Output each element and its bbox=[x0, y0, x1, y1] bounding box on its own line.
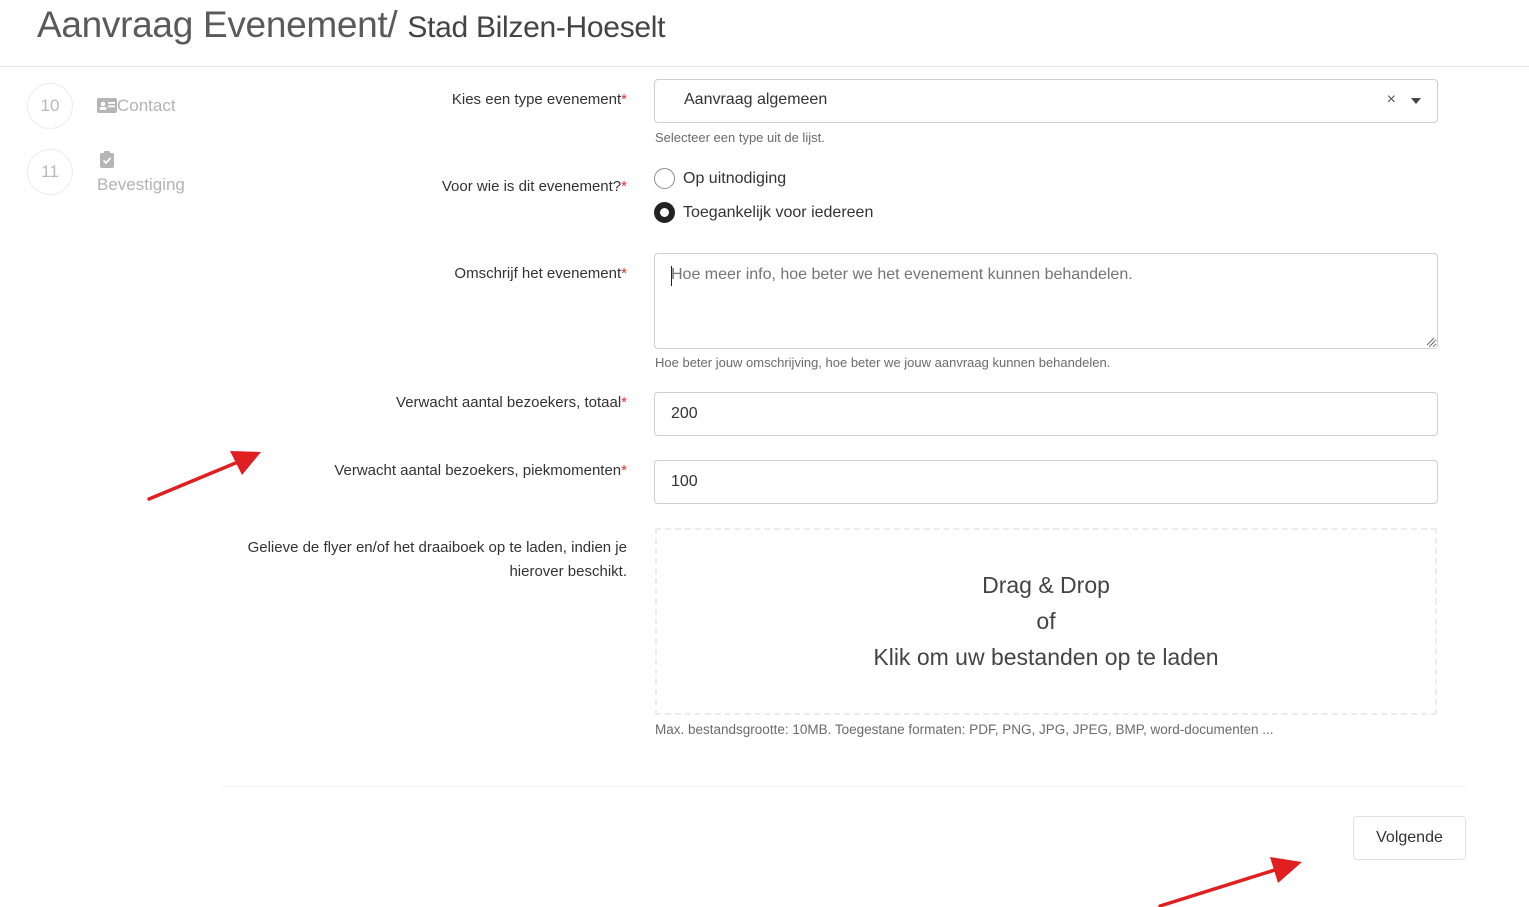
clear-selection-icon[interactable]: × bbox=[1387, 91, 1396, 109]
event-type-label: Kies een type evenement* bbox=[452, 88, 627, 112]
radio-option-public[interactable]: Toegankelijk voor iedereen bbox=[654, 202, 873, 223]
annotation-arrow-icon bbox=[147, 451, 261, 501]
radio-button-invitation[interactable] bbox=[654, 168, 675, 189]
clipboard-check-icon bbox=[100, 151, 114, 168]
visitors-total-label-text: Verwacht aantal bezoekers, totaal bbox=[396, 394, 622, 411]
page-title: Aanvraag Evenement/ Stad Bilzen-Hoeselt bbox=[37, 4, 665, 46]
upload-help: Max. bestandsgrootte: 10MB. Toegestane f… bbox=[655, 722, 1274, 737]
description-help: Hoe beter jouw omschrijving, hoe beter w… bbox=[655, 355, 1111, 370]
chevron-down-icon[interactable] bbox=[1411, 98, 1421, 104]
description-label: Omschrijf het evenement* bbox=[454, 262, 627, 286]
description-label-text: Omschrijf het evenement bbox=[454, 265, 622, 282]
text-cursor bbox=[671, 266, 672, 286]
event-type-label-text: Kies een type evenement bbox=[451, 91, 622, 108]
step-item-contact[interactable]: Contact bbox=[97, 96, 176, 116]
radio-option-invitation[interactable]: Op uitnodiging bbox=[654, 168, 786, 189]
required-mark: * bbox=[621, 91, 627, 108]
dropzone-or-text: of bbox=[1036, 608, 1056, 634]
visitors-total-label: Verwacht aantal bezoekers, totaal* bbox=[396, 391, 627, 415]
event-type-selected-value: Aanvraag algemeen bbox=[684, 91, 828, 108]
dropzone-click-text: Klik om uw bestanden op te laden bbox=[873, 644, 1219, 670]
page-title-organization: Stad Bilzen-Hoeselt bbox=[407, 11, 666, 44]
step-label-contact: Contact bbox=[117, 96, 176, 115]
annotation-arrow-icon bbox=[1158, 857, 1302, 907]
required-mark: * bbox=[621, 394, 627, 411]
audience-label: Voor wie is dit evenement?* bbox=[442, 175, 627, 199]
upload-label: Gelieve de flyer en/of het draaiboek op … bbox=[247, 539, 627, 580]
required-mark: * bbox=[621, 178, 627, 195]
visitors-peak-label: Verwacht aantal bezoekers, piekmomenten* bbox=[334, 459, 627, 483]
step-label-confirmation[interactable]: Bevestiging bbox=[97, 175, 185, 195]
step-number-contact[interactable]: 10 bbox=[27, 83, 73, 129]
file-dropzone[interactable]: Drag & Drop of Klik om uw bestanden op t… bbox=[655, 528, 1437, 715]
visitors-peak-input[interactable]: 100 bbox=[654, 460, 1438, 504]
next-button[interactable]: Volgende bbox=[1353, 816, 1466, 860]
radio-button-public[interactable] bbox=[654, 202, 675, 223]
visitors-peak-label-text: Verwacht aantal bezoekers, piekmomenten bbox=[334, 462, 622, 479]
description-textarea[interactable] bbox=[654, 253, 1438, 349]
event-type-select[interactable]: Aanvraag algemeen × bbox=[654, 79, 1438, 123]
footer-divider bbox=[222, 786, 1466, 787]
audience-label-text: Voor wie is dit evenement? bbox=[441, 178, 622, 195]
required-mark: * bbox=[621, 462, 627, 479]
page-header: Aanvraag Evenement/ Stad Bilzen-Hoeselt bbox=[0, 0, 1529, 67]
radio-label-invitation: Op uitnodiging bbox=[683, 169, 787, 187]
page-title-main: Aanvraag Evenement/ bbox=[37, 4, 398, 45]
step-number-confirmation[interactable]: 11 bbox=[27, 149, 73, 195]
required-mark: * bbox=[621, 265, 627, 282]
dropzone-drag-drop-text: Drag & Drop bbox=[982, 572, 1110, 598]
visitors-total-input[interactable]: 200 bbox=[654, 392, 1438, 436]
resize-handle-icon[interactable] bbox=[1426, 337, 1435, 346]
event-request-page: Aanvraag Evenement/ Stad Bilzen-Hoeselt … bbox=[0, 0, 1529, 907]
radio-label-public: Toegankelijk voor iedereen bbox=[683, 203, 874, 221]
id-card-icon bbox=[97, 98, 117, 113]
event-type-help: Selecteer een type uit de lijst. bbox=[655, 130, 825, 145]
